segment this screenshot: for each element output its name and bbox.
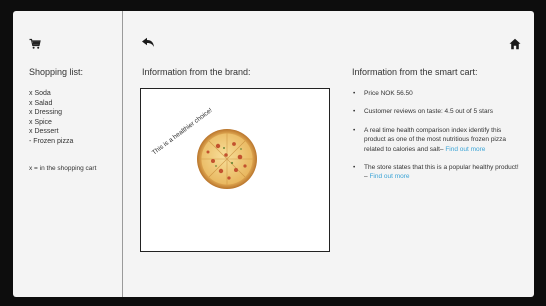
screen: Shopping list: x Soda x Salad x Dressing… xyxy=(13,11,534,297)
shopping-list: x Soda x Salad x Dressing x Spice x Dess… xyxy=(29,89,73,147)
list-item[interactable]: x Salad xyxy=(29,99,73,109)
smart-cart-info-list: • Price NOK 56.50 • Customer reviews on … xyxy=(353,89,523,191)
popular-find-out-more-link[interactable]: Find out more xyxy=(369,173,409,180)
shopping-cart-icon[interactable] xyxy=(29,38,41,50)
home-icon[interactable] xyxy=(509,38,521,50)
customer-reviews-text: Customer reviews on taste: 4.5 out of 5 … xyxy=(364,108,493,116)
brand-info-panel: This is a healthier choice! xyxy=(140,88,330,252)
bullet: • xyxy=(353,108,356,116)
bullet: • xyxy=(353,90,356,97)
shopping-list-sidebar: Shopping list: x Soda x Salad x Dressing… xyxy=(13,11,123,297)
pizza-image xyxy=(197,129,257,189)
list-item[interactable]: - Frozen pizza xyxy=(29,137,73,147)
device-bezel: Shopping list: x Soda x Salad x Dressing… xyxy=(0,0,546,306)
list-item[interactable]: x Dessert xyxy=(29,127,73,137)
list-item: • Customer reviews on taste: 4.5 out of … xyxy=(353,107,523,116)
list-item: • Price NOK 56.50 xyxy=(353,89,523,98)
shopping-list-legend: x = in the shopping cart xyxy=(29,165,97,172)
list-item: • The store states that this is a popula… xyxy=(353,163,523,182)
price-text: Price NOK 56.50 xyxy=(364,90,413,97)
brand-info-title: Information from the brand: xyxy=(142,67,251,77)
bullet: • xyxy=(353,126,356,134)
bullet: • xyxy=(353,164,356,172)
health-find-out-more-link[interactable]: Find out more xyxy=(445,146,485,153)
list-item: • A real time health comparison index id… xyxy=(353,126,523,154)
list-item[interactable]: x Spice xyxy=(29,118,73,128)
smart-cart-info-title: Information from the smart cart: xyxy=(352,67,478,77)
list-item[interactable]: x Dressing xyxy=(29,108,73,118)
list-item[interactable]: x Soda xyxy=(29,89,73,99)
shopping-list-title: Shopping list: xyxy=(29,67,84,77)
back-arrow-icon[interactable] xyxy=(141,37,155,49)
